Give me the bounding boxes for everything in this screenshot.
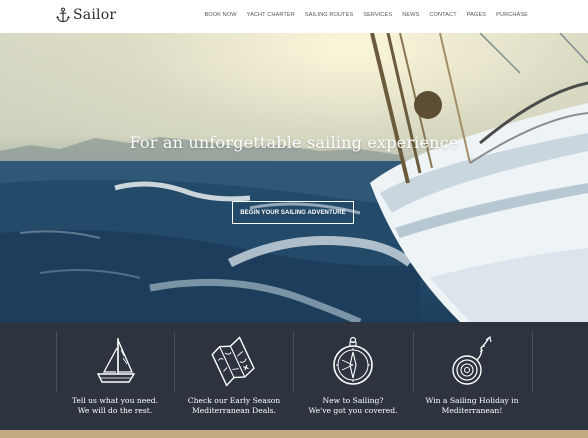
footer-strip xyxy=(0,430,588,438)
hero-section: For an unforgettable sailing experience … xyxy=(0,33,588,322)
feature-text: Tell us what you need. We will do the re… xyxy=(56,396,174,416)
compass-icon xyxy=(333,336,373,385)
rope-icon xyxy=(452,336,492,385)
feature-divider xyxy=(532,332,533,392)
nav-yacht-charter[interactable]: YACHT CHARTER xyxy=(247,12,295,18)
feature-text: New to Sailing? We've got you covered. xyxy=(294,396,412,416)
logo[interactable]: Sailor xyxy=(56,7,116,23)
nav-sailing-routes[interactable]: SAILING ROUTES xyxy=(305,12,353,18)
feature-line: We will do the rest. xyxy=(77,406,153,415)
feature-line: We've got you covered. xyxy=(308,406,398,415)
feature-item[interactable]: Win a Sailing Holiday in Mediterranean! xyxy=(413,332,531,419)
sailboat-icon xyxy=(96,338,136,383)
hero-image xyxy=(0,33,588,322)
main-nav: BOOK NOW YACHT CHARTER SAILING ROUTES SE… xyxy=(194,12,528,18)
feature-line: Mediterranean! xyxy=(441,406,503,415)
anchor-icon xyxy=(56,7,70,23)
feature-item[interactable]: New to Sailing? We've got you covered. xyxy=(294,332,412,419)
feature-line: New to Sailing? xyxy=(322,396,384,405)
feature-item[interactable]: Tell us what you need. We will do the re… xyxy=(56,332,174,419)
nav-services[interactable]: SERVICES xyxy=(363,12,392,18)
begin-adventure-button[interactable]: BEGIN YOUR SAILING ADVENTURE xyxy=(232,201,354,224)
nav-news[interactable]: NEWS xyxy=(402,12,419,18)
features-band: Tell us what you need. We will do the re… xyxy=(0,322,588,430)
feature-text: Win a Sailing Holiday in Mediterranean! xyxy=(413,396,531,416)
feature-item[interactable]: Check our Early Season Mediterranean Dea… xyxy=(175,332,293,419)
feature-line: Mediterranean Deals. xyxy=(192,406,276,415)
feature-line: Check our Early Season xyxy=(187,396,281,405)
nav-purchase[interactable]: PURCHASE xyxy=(496,12,528,18)
nav-contact[interactable]: CONTACT xyxy=(429,12,456,18)
map-icon xyxy=(211,336,255,387)
nav-pages[interactable]: PAGES xyxy=(467,12,486,18)
feature-text: Check our Early Season Mediterranean Dea… xyxy=(175,396,293,416)
nav-book-now[interactable]: BOOK NOW xyxy=(204,12,236,18)
brand-name: Sailor xyxy=(73,7,117,23)
hero-title: For an unforgettable sailing experience xyxy=(129,133,459,152)
feature-line: Tell us what you need. xyxy=(71,396,159,405)
site-header: Sailor BOOK NOW YACHT CHARTER SAILING RO… xyxy=(0,0,588,33)
feature-line: Win a Sailing Holiday in xyxy=(425,396,519,405)
